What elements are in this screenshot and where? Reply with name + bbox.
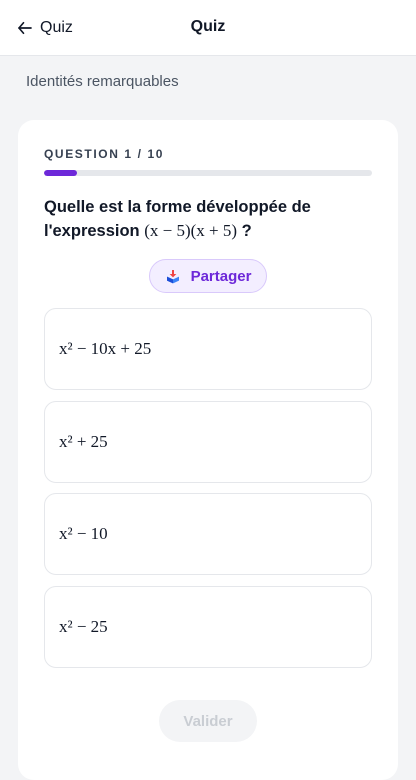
question-counter: QUESTION 1 / 10 — [44, 147, 165, 161]
top-bar: Quiz Quiz — [0, 0, 416, 56]
answer-option[interactable]: x² + 25 — [44, 401, 372, 483]
option-text: x² + 25 — [59, 432, 108, 451]
question-expression: (x − 5)(x + 5) — [144, 221, 238, 240]
validate-button[interactable]: Valider — [159, 700, 257, 742]
question-suffix: ? — [237, 222, 252, 240]
option-text: x² − 10 — [59, 524, 108, 543]
share-icon — [166, 270, 179, 284]
question-card: QUESTION 1 / 10 Quelle est la forme déve… — [18, 120, 398, 780]
answer-option[interactable]: x² − 10 — [44, 493, 372, 575]
share-button[interactable]: Partager — [149, 259, 267, 293]
quiz-topic: Identités remarquables — [26, 73, 179, 90]
page-title: Quiz — [190, 18, 226, 35]
answer-option[interactable]: x² − 10x + 25 — [44, 308, 372, 390]
answer-option[interactable]: x² − 25 — [44, 586, 372, 668]
option-text: x² − 25 — [59, 617, 108, 636]
share-label: Partager — [190, 267, 252, 285]
option-text: x² − 10x + 25 — [59, 339, 152, 358]
progress-fill — [44, 170, 77, 176]
question-text: Quelle est la forme développée de l'expr… — [44, 195, 374, 243]
progress-bar — [44, 170, 372, 176]
